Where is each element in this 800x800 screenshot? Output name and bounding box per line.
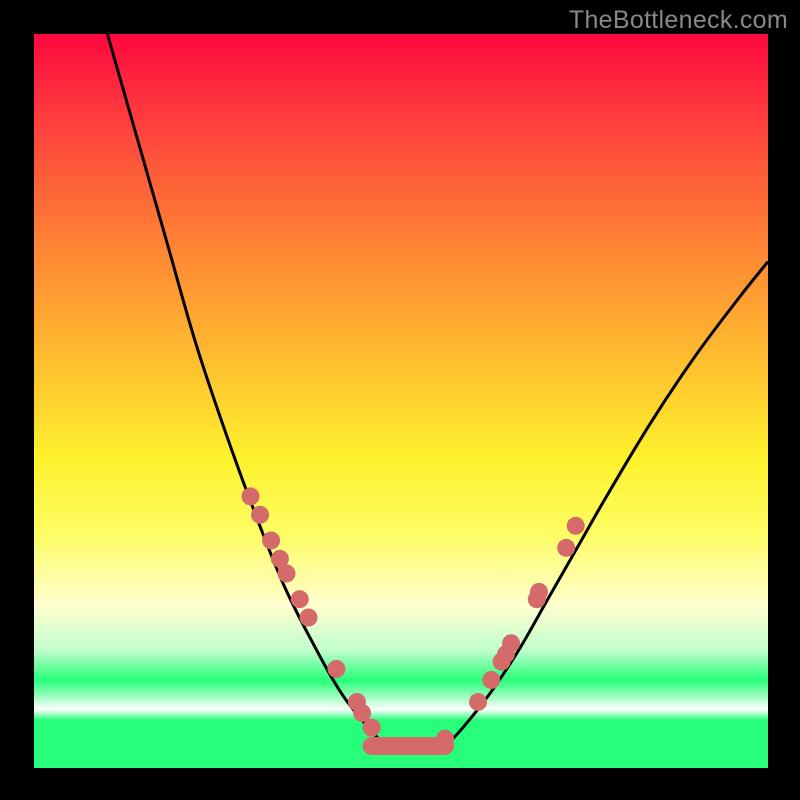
marker-point-right — [502, 634, 520, 652]
marker-point-right — [436, 730, 454, 748]
marker-point-right — [482, 671, 500, 689]
marker-point-right — [557, 539, 575, 557]
marker-point-left — [363, 719, 381, 737]
chart-svg — [34, 34, 768, 768]
marker-point-left — [262, 531, 280, 549]
marker-point-left — [251, 506, 269, 524]
marker-point-left — [242, 487, 260, 505]
marker-point-left — [300, 609, 318, 627]
marker-point-left — [377, 737, 395, 755]
chart-canvas: TheBottleneck.com — [0, 0, 800, 800]
marker-point-right — [567, 517, 585, 535]
marker-point-right — [530, 583, 548, 601]
marker-point-left — [291, 590, 309, 608]
plot-area — [34, 34, 768, 768]
marker-point-left — [277, 564, 295, 582]
marker-point-right — [469, 693, 487, 711]
watermark-text: TheBottleneck.com — [569, 6, 788, 35]
curve-left — [107, 34, 386, 746]
marker-point-left — [327, 660, 345, 678]
